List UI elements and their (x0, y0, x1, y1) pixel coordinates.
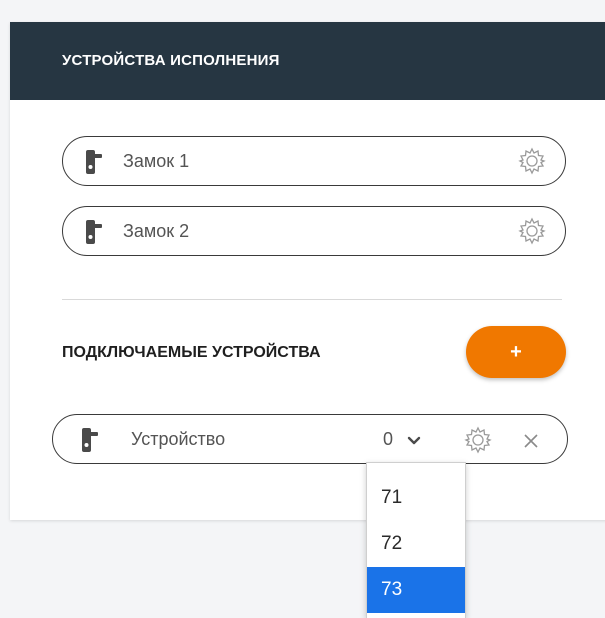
lock-handle-icon (82, 428, 98, 452)
dropdown-option[interactable]: 72 (367, 521, 465, 567)
device-item-lock-2[interactable]: Замок 2 (62, 206, 566, 256)
gear-icon[interactable] (517, 216, 547, 246)
channel-select-value[interactable]: 0 (383, 429, 393, 450)
panel-title: УСТРОЙСТВА ИСПОЛНЕНИЯ (62, 52, 280, 69)
lock-handle-icon (86, 220, 102, 244)
connected-device-item[interactable]: Устройство 0 (52, 414, 568, 464)
device-item-lock-1[interactable]: Замок 1 (62, 136, 566, 186)
add-device-button[interactable]: + (466, 326, 566, 378)
devices-panel: УСТРОЙСТВА ИСПОЛНЕНИЯ Замок 1 Замок 2 ПО… (10, 22, 605, 520)
close-icon[interactable] (523, 433, 539, 449)
section-divider (62, 299, 562, 300)
chevron-down-icon[interactable] (407, 436, 421, 446)
gear-icon[interactable] (463, 425, 493, 455)
connected-devices-title: ПОДКЛЮЧАЕМЫЕ УСТРОЙСТВА (62, 344, 321, 361)
dropdown-option-selected[interactable]: 73 (367, 567, 465, 613)
channel-dropdown: 71 72 73 (366, 462, 466, 618)
lock-handle-icon (86, 150, 102, 174)
panel-header: УСТРОЙСТВА ИСПОЛНЕНИЯ (10, 22, 605, 100)
device-name: Замок 2 (123, 221, 190, 241)
device-name: Устройство (131, 429, 226, 449)
gear-icon[interactable] (517, 146, 547, 176)
dropdown-option[interactable]: 71 (367, 475, 465, 521)
device-name: Замок 1 (123, 151, 190, 171)
